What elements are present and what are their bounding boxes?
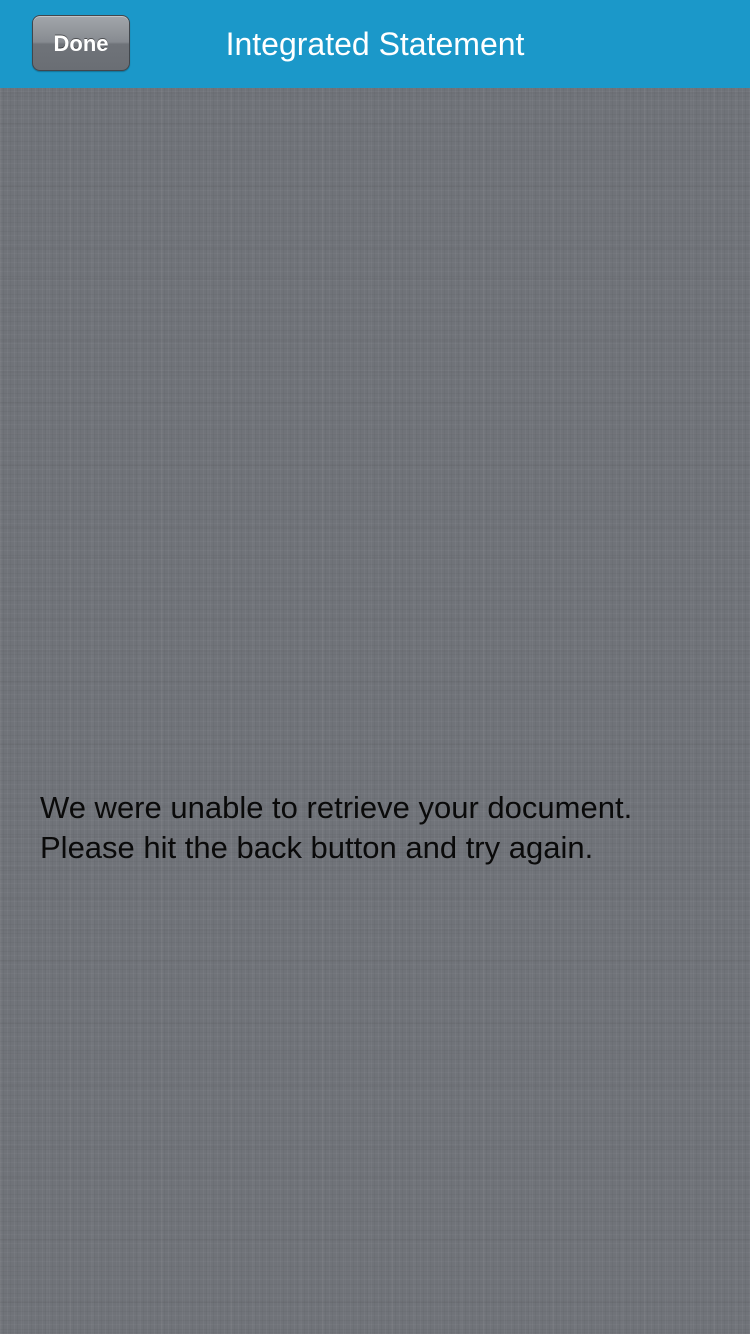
error-message: We were unable to retrieve your document… [40, 788, 730, 868]
navigation-bar: Done Integrated Statement [0, 0, 750, 88]
statement-viewer-screen: Done Integrated Statement We were unable… [0, 0, 750, 1334]
error-message-line-2: Please hit the back button and try again… [40, 830, 594, 865]
done-button[interactable]: Done [32, 15, 130, 71]
error-message-line-1: We were unable to retrieve your document… [40, 790, 633, 825]
